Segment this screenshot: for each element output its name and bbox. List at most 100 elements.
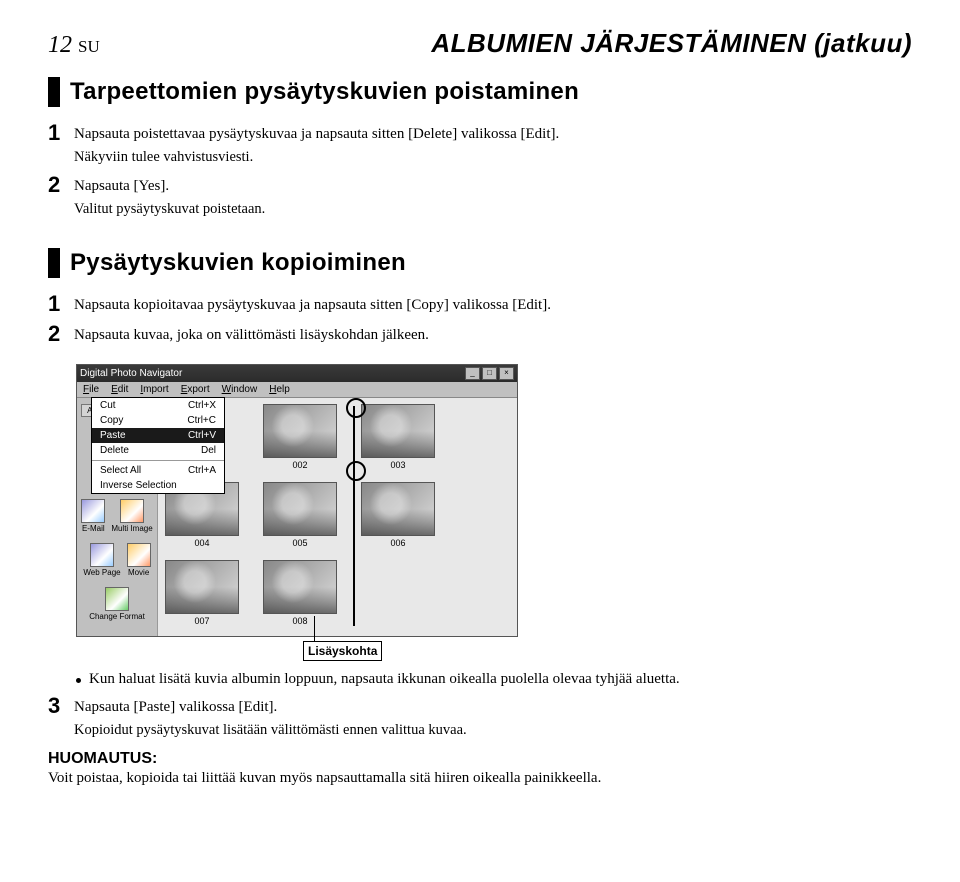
menu-separator bbox=[92, 460, 224, 461]
page-num-suffix: SU bbox=[78, 37, 100, 56]
thumb-006-image bbox=[361, 482, 435, 536]
note-text: Voit poistaa, kopioida tai liittää kuvan… bbox=[48, 770, 912, 787]
multi-image-label: Multi Image bbox=[111, 524, 152, 533]
step-a1: 1 Napsauta poistettavaa pysäytyskuvaa ja… bbox=[48, 121, 912, 167]
menu-paste-key: Ctrl+V bbox=[188, 430, 216, 441]
email-icon bbox=[81, 499, 105, 523]
thumb-007[interactable]: 007 bbox=[166, 560, 238, 626]
menu-item-paste[interactable]: Paste Ctrl+V bbox=[92, 428, 224, 443]
insertion-caption: Lisäyskohta bbox=[303, 641, 382, 661]
step-a1-sub: Näkyviin tulee vahvistusviesti. bbox=[74, 147, 559, 167]
app-screenshot: Digital Photo Navigator _ □ × File Edit … bbox=[76, 364, 526, 637]
menu-delete-label: Delete bbox=[100, 445, 129, 456]
step-b3-num: 3 bbox=[48, 694, 74, 718]
thumb-005-label: 005 bbox=[292, 538, 307, 548]
page-header: 12 SU ALBUMIEN JÄRJESTÄMINEN (jatkuu) bbox=[48, 28, 912, 59]
menu-selall-key: Ctrl+A bbox=[188, 465, 216, 476]
step-a1-text: Napsauta poistettavaa pysäytyskuvaa ja n… bbox=[74, 121, 559, 167]
email-button[interactable]: E-Mail bbox=[81, 499, 105, 533]
thumb-005[interactable]: 005 bbox=[264, 482, 336, 548]
thumb-003[interactable]: 003 bbox=[362, 404, 434, 470]
thumb-002[interactable]: 002 bbox=[264, 404, 336, 470]
heading-bar-b bbox=[48, 248, 60, 278]
web-page-icon bbox=[90, 543, 114, 567]
menu-window[interactable]: Window bbox=[222, 384, 258, 395]
sidebar-row-2: Web Page Movie bbox=[81, 543, 153, 577]
menu-item-cut[interactable]: Cut Ctrl+X bbox=[92, 398, 224, 413]
menu-help[interactable]: Help bbox=[269, 384, 290, 395]
menu-item-inverse-selection[interactable]: Inverse Selection bbox=[92, 478, 224, 493]
menu-inv-label: Inverse Selection bbox=[100, 480, 177, 491]
menu-import[interactable]: Import bbox=[140, 384, 168, 395]
note-label: HUOMAUTUS: bbox=[48, 750, 912, 768]
close-button[interactable]: × bbox=[499, 367, 514, 380]
email-label: E-Mail bbox=[82, 524, 105, 533]
minimize-button[interactable]: _ bbox=[465, 367, 480, 380]
thumb-006-label: 006 bbox=[390, 538, 405, 548]
change-format-icon bbox=[105, 587, 129, 611]
maximize-button[interactable]: □ bbox=[482, 367, 497, 380]
web-page-button[interactable]: Web Page bbox=[83, 543, 120, 577]
bullet-note: Kun haluat lisätä kuvia albumin loppuun,… bbox=[76, 671, 912, 688]
thumb-006[interactable]: 006 bbox=[362, 482, 434, 548]
sidebar-row-1: E-Mail Multi Image bbox=[81, 499, 153, 533]
menu-copy-label: Copy bbox=[100, 415, 123, 426]
thumb-008-image bbox=[263, 560, 337, 614]
menu-bar: File Edit Import Export Window Help bbox=[77, 382, 517, 398]
menu-cut-label: Cut bbox=[100, 400, 116, 411]
heading-bar bbox=[48, 77, 60, 107]
step-a2-main: Napsauta [Yes]. bbox=[74, 178, 169, 194]
multi-image-button[interactable]: Multi Image bbox=[111, 499, 152, 533]
step-b1-text: Napsauta kopioitavaa pysäytyskuvaa ja na… bbox=[74, 292, 551, 316]
thumb-005-image bbox=[263, 482, 337, 536]
step-b3-main: Napsauta [Paste] valikossa [Edit]. bbox=[74, 699, 277, 715]
bullet-icon bbox=[76, 678, 81, 683]
step-b1-num: 1 bbox=[48, 292, 74, 316]
step-b3-text: Napsauta [Paste] valikossa [Edit]. Kopio… bbox=[74, 694, 467, 740]
step-b1: 1 Napsauta kopioitavaa pysäytyskuvaa ja … bbox=[48, 292, 912, 316]
window-buttons: _ □ × bbox=[465, 367, 514, 380]
insertion-indicator bbox=[353, 406, 355, 626]
movie-icon bbox=[127, 543, 151, 567]
menu-paste-label: Paste bbox=[100, 430, 126, 441]
edit-dropdown: Cut Ctrl+X Copy Ctrl+C Paste Ctrl+V Dele… bbox=[91, 397, 225, 494]
menu-copy-key: Ctrl+C bbox=[187, 415, 216, 426]
menu-cut-key: Ctrl+X bbox=[188, 400, 216, 411]
sidebar-row-3: Change Format bbox=[81, 587, 153, 621]
section-b-heading: Pysäytyskuvien kopioiminen bbox=[48, 248, 912, 278]
step-a2-sub: Valitut pysäytyskuvat poistetaan. bbox=[74, 199, 265, 219]
menu-item-delete[interactable]: Delete Del bbox=[92, 443, 224, 458]
section-a-heading: Tarpeettomien pysäytyskuvien poistaminen bbox=[48, 77, 912, 107]
thumb-002-image bbox=[263, 404, 337, 458]
change-format-button[interactable]: Change Format bbox=[89, 587, 145, 621]
movie-button[interactable]: Movie bbox=[127, 543, 151, 577]
menu-export[interactable]: Export bbox=[181, 384, 210, 395]
thumb-004-label: 004 bbox=[194, 538, 209, 548]
step-a1-num: 1 bbox=[48, 121, 74, 145]
web-page-label: Web Page bbox=[83, 568, 120, 577]
bullet-text: Kun haluat lisätä kuvia albumin loppuun,… bbox=[89, 671, 680, 688]
page-title: ALBUMIEN JÄRJESTÄMINEN (jatkuu) bbox=[431, 28, 912, 59]
step-b3-sub: Kopioidut pysäytyskuvat lisätään välittö… bbox=[74, 720, 467, 740]
menu-edit[interactable]: Edit bbox=[111, 384, 128, 395]
thumb-003-label: 003 bbox=[390, 460, 405, 470]
menu-item-copy[interactable]: Copy Ctrl+C bbox=[92, 413, 224, 428]
menu-file[interactable]: File bbox=[83, 384, 99, 395]
caption-connector-line bbox=[314, 616, 315, 642]
window-title-text: Digital Photo Navigator bbox=[80, 368, 182, 379]
movie-label: Movie bbox=[128, 568, 149, 577]
app-window: Digital Photo Navigator _ □ × File Edit … bbox=[76, 364, 518, 637]
caption-row: Lisäyskohta bbox=[303, 641, 912, 661]
thumb-008[interactable]: 008 bbox=[264, 560, 336, 626]
thumb-008-label: 008 bbox=[292, 616, 307, 626]
menu-selall-label: Select All bbox=[100, 465, 141, 476]
step-b2: 2 Napsauta kuvaa, joka on välittömästi l… bbox=[48, 322, 912, 346]
heading-a-text: Tarpeettomien pysäytyskuvien poistaminen bbox=[70, 78, 579, 106]
step-a2-num: 2 bbox=[48, 173, 74, 197]
step-b2-text: Napsauta kuvaa, joka on välittömästi lis… bbox=[74, 322, 429, 346]
step-b2-num: 2 bbox=[48, 322, 74, 346]
menu-delete-key: Del bbox=[201, 445, 216, 456]
menu-item-select-all[interactable]: Select All Ctrl+A bbox=[92, 463, 224, 478]
step-a2: 2 Napsauta [Yes]. Valitut pysäytyskuvat … bbox=[48, 173, 912, 219]
multi-image-icon bbox=[120, 499, 144, 523]
